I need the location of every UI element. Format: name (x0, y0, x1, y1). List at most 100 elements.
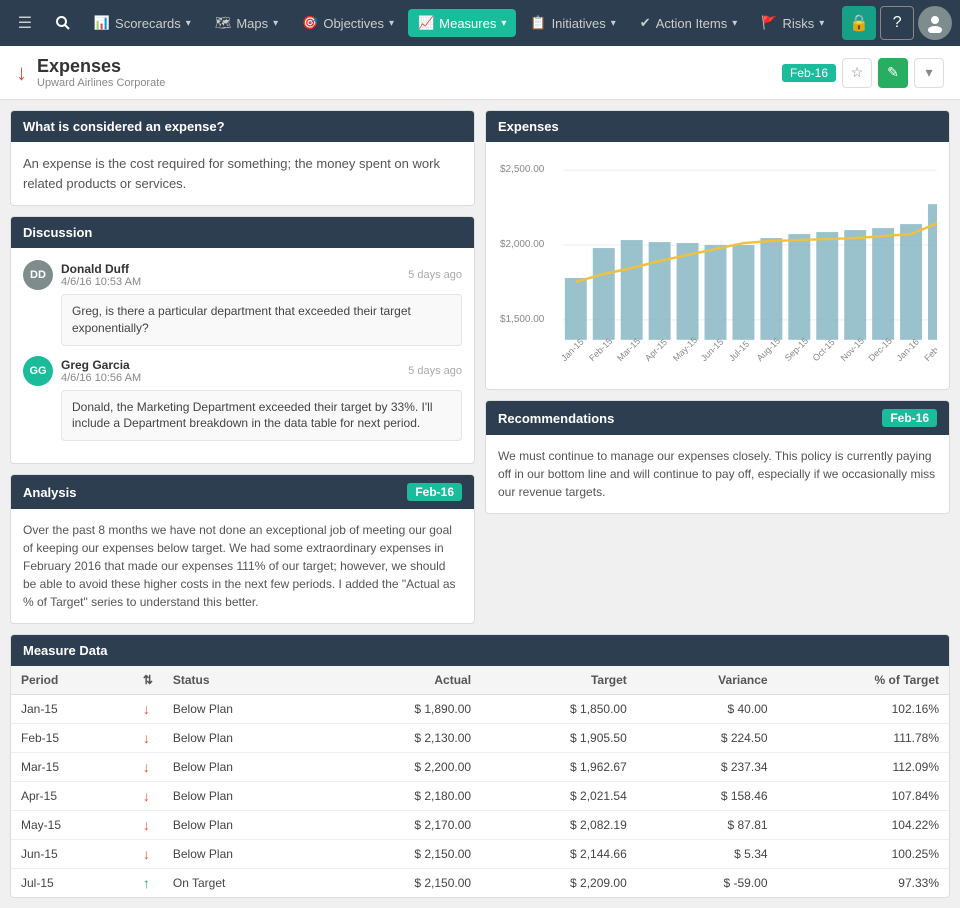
cell-variance: $ 87.81 (637, 811, 778, 840)
chevron-down-icon: ▾ (611, 18, 616, 29)
svg-text:Apr-15: Apr-15 (643, 337, 669, 363)
hamburger-button[interactable]: ☰ (8, 6, 42, 40)
chevron-down-icon: ▾ (732, 18, 737, 29)
chevron-down-icon: ▾ (389, 18, 394, 29)
table-header: Measure Data (11, 635, 949, 666)
discussion-time-2: 5 days ago (408, 365, 462, 377)
edit-button[interactable]: ✎ (878, 58, 908, 88)
cell-actual: $ 2,150.00 (325, 840, 481, 869)
cell-target: $ 1,850.00 (481, 695, 637, 724)
risks-icon: 🚩 (761, 15, 777, 31)
cell-target: $ 2,144.66 (481, 840, 637, 869)
cell-variance: $ 224.50 (637, 724, 778, 753)
cell-target: $ 2,082.19 (481, 811, 637, 840)
nav-measures[interactable]: 📈 Measures ▾ (408, 9, 516, 37)
discussion-bubble-1: Greg, is there a particular department t… (61, 294, 462, 346)
description-card: What is considered an expense? An expens… (10, 110, 475, 206)
page-header-left: ↓ Expenses Upward Airlines Corporate (16, 56, 165, 89)
nav-action-items[interactable]: ✔ Action Items ▾ (630, 9, 747, 37)
search-button[interactable] (46, 6, 80, 40)
chevron-down-icon: ▾ (501, 18, 506, 29)
page-title: Expenses (37, 56, 165, 77)
cell-target: $ 1,905.50 (481, 724, 637, 753)
col-target: Target (481, 666, 637, 695)
cell-period: Jul-15 (11, 869, 133, 898)
chart-card: Expenses $2,500.00 $2,000.00 $1,500.00 (485, 110, 950, 390)
page-title-group: Expenses Upward Airlines Corporate (37, 56, 165, 89)
description-header: What is considered an expense? (11, 111, 474, 142)
cell-period: Feb-15 (11, 724, 133, 753)
cell-pct: 107.84% (778, 782, 949, 811)
trend-down-icon: ↓ (16, 60, 27, 86)
discussion-meta-2: Greg Garcia 4/6/16 10:56 AM (61, 358, 400, 384)
nav-objectives[interactable]: 🎯 Objectives ▾ (292, 9, 404, 37)
cell-target: $ 1,962.67 (481, 753, 637, 782)
chevron-down-icon: ▾ (819, 18, 824, 29)
cell-period: Jan-15 (11, 695, 133, 724)
svg-text:Mar-15: Mar-15 (615, 336, 642, 363)
nav-initiatives[interactable]: 📋 Initiatives ▾ (520, 9, 625, 37)
col-sort[interactable]: ⇅ (133, 666, 163, 695)
action-items-icon: ✔ (640, 15, 651, 31)
cell-period: May-15 (11, 811, 133, 840)
cell-status: Below Plan (163, 840, 325, 869)
lock-button[interactable]: 🔒 (842, 6, 876, 40)
initiatives-icon: 📋 (530, 15, 546, 31)
cell-direction: ↓ (133, 724, 163, 753)
cell-variance: $ 158.46 (637, 782, 778, 811)
main-content: What is considered an expense? An expens… (0, 100, 960, 634)
cell-actual: $ 1,890.00 (325, 695, 481, 724)
recommendations-header: Recommendations Feb-16 (486, 401, 949, 435)
trend-up-icon: ↑ (143, 875, 150, 891)
cell-direction: ↓ (133, 782, 163, 811)
col-variance: Variance (637, 666, 778, 695)
cell-variance: $ 40.00 (637, 695, 778, 724)
navbar: ☰ 📊 Scorecards ▾ 🗺 Maps ▾ 🎯 Objectives ▾… (0, 0, 960, 46)
table-row: Jun-15 ↓ Below Plan $ 2,150.00 $ 2,144.6… (11, 840, 949, 869)
nav-scorecards[interactable]: 📊 Scorecards ▾ (84, 9, 201, 37)
discussion-time-1: 5 days ago (408, 269, 462, 281)
cell-pct: 97.33% (778, 869, 949, 898)
chart-header: Expenses (486, 111, 949, 142)
cell-status: Below Plan (163, 811, 325, 840)
discussion-item-2: GG Greg Garcia 4/6/16 10:56 AM 5 days ag… (23, 356, 462, 442)
nav-maps[interactable]: 🗺 Maps ▾ (205, 9, 288, 37)
discussion-body: DD Donald Duff 4/6/16 10:53 AM 5 days ag… (11, 248, 474, 463)
trend-down-icon: ↓ (143, 788, 150, 804)
trend-down-icon: ↓ (143, 817, 150, 833)
caret-button[interactable]: ▾ (914, 58, 944, 88)
avatar[interactable] (918, 6, 952, 40)
trend-down-icon: ↓ (143, 730, 150, 746)
cell-direction: ↓ (133, 840, 163, 869)
cell-pct: 102.16% (778, 695, 949, 724)
table-row: Mar-15 ↓ Below Plan $ 2,200.00 $ 1,962.6… (11, 753, 949, 782)
discussion-name-2: Greg Garcia (61, 358, 400, 372)
star-button[interactable]: ☆ (842, 58, 872, 88)
discussion-date-2: 4/6/16 10:56 AM (61, 372, 400, 384)
cell-period: Apr-15 (11, 782, 133, 811)
recommendations-title: Recommendations (498, 411, 614, 426)
help-button[interactable]: ? (880, 6, 914, 40)
discussion-date-1: 4/6/16 10:53 AM (61, 276, 400, 288)
analysis-title: Analysis (23, 485, 76, 500)
analysis-text: Over the past 8 months we have not done … (11, 509, 474, 623)
analysis-card: Analysis Feb-16 Over the past 8 months w… (10, 474, 475, 624)
col-status: Status (163, 666, 325, 695)
cell-actual: $ 2,200.00 (325, 753, 481, 782)
svg-text:Jan-15: Jan-15 (559, 337, 585, 363)
table-row: Apr-15 ↓ Below Plan $ 2,180.00 $ 2,021.5… (11, 782, 949, 811)
svg-text:Feb-15: Feb-15 (587, 336, 614, 363)
cell-variance: $ 237.34 (637, 753, 778, 782)
trend-down-icon: ↓ (143, 846, 150, 862)
avatar-dd: DD (23, 260, 53, 290)
nav-risks[interactable]: 🚩 Risks ▾ (751, 9, 834, 37)
recommendations-card: Recommendations Feb-16 We must continue … (485, 400, 950, 514)
chevron-down-icon: ▾ (186, 18, 191, 29)
discussion-card: Discussion DD Donald Duff 4/6/16 10:53 A… (10, 216, 475, 464)
analysis-header: Analysis Feb-16 (11, 475, 474, 509)
table-body: Jan-15 ↓ Below Plan $ 1,890.00 $ 1,850.0… (11, 695, 949, 898)
description-text: An expense is the cost required for some… (23, 154, 462, 193)
col-period: Period (11, 666, 133, 695)
cell-status: Below Plan (163, 724, 325, 753)
cell-status: On Target (163, 869, 325, 898)
